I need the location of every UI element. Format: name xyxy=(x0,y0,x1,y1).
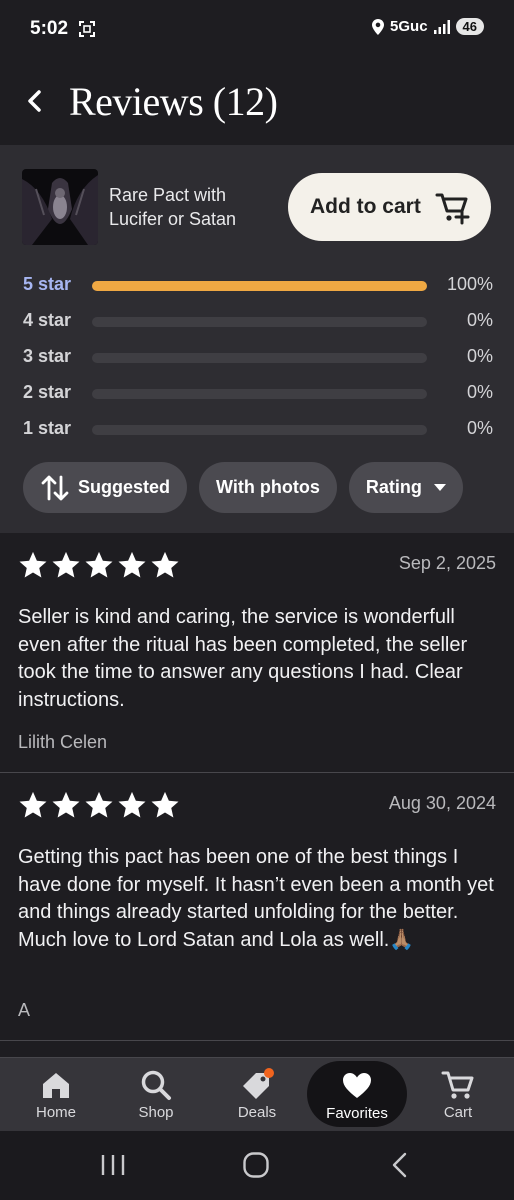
rating-percent: 0% xyxy=(466,382,493,402)
screenshot-icon xyxy=(79,21,95,37)
sort-arrows-icon xyxy=(41,475,69,500)
rating-bar-track xyxy=(92,353,427,363)
notification-dot xyxy=(264,1068,274,1078)
nav-label: Deals xyxy=(237,1104,277,1121)
rating-bar-track xyxy=(92,425,427,435)
rating-label: 5 star xyxy=(23,274,72,294)
rating-label: 2 star xyxy=(23,382,72,402)
battery-level: 46 xyxy=(455,18,484,35)
rating-row-5[interactable]: 5 star 100% xyxy=(23,274,493,298)
system-navigation-bar xyxy=(0,1131,514,1200)
page-title: Reviews (12) xyxy=(69,79,278,124)
review-date: Aug 30, 2024 xyxy=(388,793,496,813)
network-type: 5Guc xyxy=(390,18,428,35)
cart-plus-icon xyxy=(435,193,470,225)
bottom-navigation: Home Shop Deals Favorites Cart xyxy=(0,1057,514,1131)
with-photos-chip[interactable]: With photos xyxy=(199,462,337,513)
system-back-icon[interactable] xyxy=(388,1151,412,1179)
star-rating xyxy=(18,790,180,820)
star-icon xyxy=(85,551,113,578)
chip-label: Rating xyxy=(365,477,422,497)
rating-label: 3 star xyxy=(23,346,72,366)
rating-dropdown-chip[interactable]: Rating xyxy=(348,462,463,513)
rating-percent: 0% xyxy=(466,418,493,438)
cart-icon xyxy=(441,1071,474,1099)
review-card: Aug 30, 2024 Getting this pact has been … xyxy=(0,773,514,1041)
home-icon xyxy=(43,1073,69,1098)
sort-suggested-chip[interactable]: Suggested xyxy=(23,462,188,513)
star-icon xyxy=(118,791,146,818)
heart-icon xyxy=(343,1073,371,1098)
chip-label: With photos xyxy=(216,477,320,497)
nav-favorites[interactable]: Favorites xyxy=(307,1061,407,1127)
add-to-cart-button[interactable]: Add to cart xyxy=(288,173,491,241)
nav-label: Favorites xyxy=(326,1105,388,1122)
star-icon xyxy=(151,551,179,578)
status-time: 5:02 xyxy=(30,18,69,39)
rating-percent: 100% xyxy=(446,274,493,294)
rating-row-1[interactable]: 1 star 0% xyxy=(23,418,493,442)
star-icon xyxy=(19,551,47,578)
nav-label: Home xyxy=(35,1104,76,1121)
recent-apps-icon[interactable] xyxy=(100,1151,126,1179)
rating-row-4[interactable]: 4 star 0% xyxy=(23,310,493,334)
review-author[interactable]: A xyxy=(18,1000,30,1021)
nav-cart[interactable]: Cart xyxy=(408,1058,508,1132)
star-icon xyxy=(52,791,80,818)
rating-bar-fill xyxy=(92,281,427,291)
rating-percent: 0% xyxy=(466,346,493,366)
review-text: Getting this pact has been one of the be… xyxy=(18,846,494,952)
nav-label: Cart xyxy=(443,1104,473,1121)
rating-bar-track xyxy=(92,281,427,291)
status-bar: 5:02 5Guc 46 xyxy=(0,0,514,58)
signal-icon xyxy=(433,19,450,34)
tag-icon xyxy=(243,1068,274,1099)
filter-chips: Suggested With photos Rating xyxy=(23,462,463,513)
header: Reviews (12) xyxy=(0,58,514,145)
review-text: Seller is kind and caring, the service i… xyxy=(18,606,468,712)
review-author[interactable]: Lilith Celen xyxy=(18,732,107,753)
review-summary: Rare Pact with Lucifer or Satan Add to c… xyxy=(0,145,514,533)
caret-down-icon xyxy=(433,483,446,491)
product-thumbnail[interactable] xyxy=(22,169,98,245)
star-icon xyxy=(19,791,47,818)
star-icon xyxy=(118,551,146,578)
rating-label: 4 star xyxy=(23,310,72,330)
back-icon[interactable] xyxy=(20,84,50,118)
nav-home[interactable]: Home xyxy=(6,1058,106,1132)
review-card: Sep 2, 2025 Seller is kind and caring, t… xyxy=(0,533,514,773)
star-icon xyxy=(85,791,113,818)
home-button-icon[interactable] xyxy=(242,1151,270,1179)
rating-row-3[interactable]: 3 star 0% xyxy=(23,346,493,370)
location-icon xyxy=(372,18,385,35)
star-rating xyxy=(18,550,180,580)
nav-deals[interactable]: Deals xyxy=(207,1058,307,1132)
product-name[interactable]: Rare Pact with Lucifer or Satan xyxy=(109,183,279,231)
rating-row-2[interactable]: 2 star 0% xyxy=(23,382,493,406)
rating-percent: 0% xyxy=(466,310,493,330)
rating-bar-track xyxy=(92,389,427,399)
nav-label: Shop xyxy=(138,1104,174,1121)
review-date: Sep 2, 2025 xyxy=(398,553,496,573)
search-icon xyxy=(141,1070,171,1100)
add-to-cart-label: Add to cart xyxy=(310,195,421,218)
chip-label: Suggested xyxy=(78,477,171,497)
star-icon xyxy=(151,791,179,818)
star-icon xyxy=(52,551,80,578)
rating-bar-track xyxy=(92,317,427,327)
nav-shop[interactable]: Shop xyxy=(106,1058,206,1132)
rating-label: 1 star xyxy=(23,418,72,438)
